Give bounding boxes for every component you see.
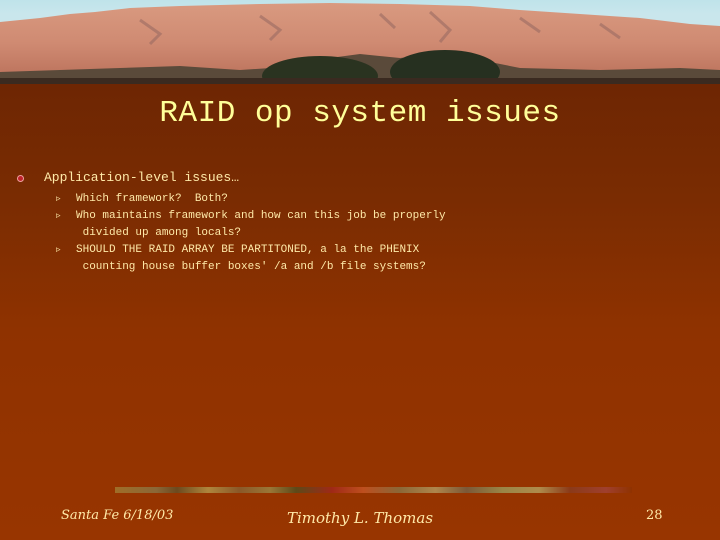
triangle-bullet-icon: ▹ [56, 194, 61, 204]
triangle-bullet-icon: ▹ [56, 245, 61, 255]
sub-bullet-line: divided up among locals? [76, 227, 242, 239]
mountain-banner-image [0, 0, 720, 84]
sub-bullet-line: Who maintains framework and how can this… [76, 210, 446, 222]
slide-number: 28 [646, 508, 663, 523]
sub-bullet-line: SHOULD THE RAID ARRAY BE PARTITONED, a l… [76, 244, 420, 256]
sub-bullet-line: counting house buffer boxes' /a and /b f… [76, 261, 426, 273]
triangle-bullet-icon: ▹ [56, 211, 61, 221]
mountain-landscape [0, 3, 720, 84]
footer-author: Timothy L. Thomas [286, 509, 434, 527]
sub-bullet-line: Which framework? Both? [76, 193, 228, 205]
footer-divider [115, 487, 632, 493]
bullet-application-level-issues: Application-level issues… [44, 170, 240, 185]
slide-title: RAID op system issues [159, 96, 561, 131]
bullet-dot-icon [18, 176, 23, 181]
